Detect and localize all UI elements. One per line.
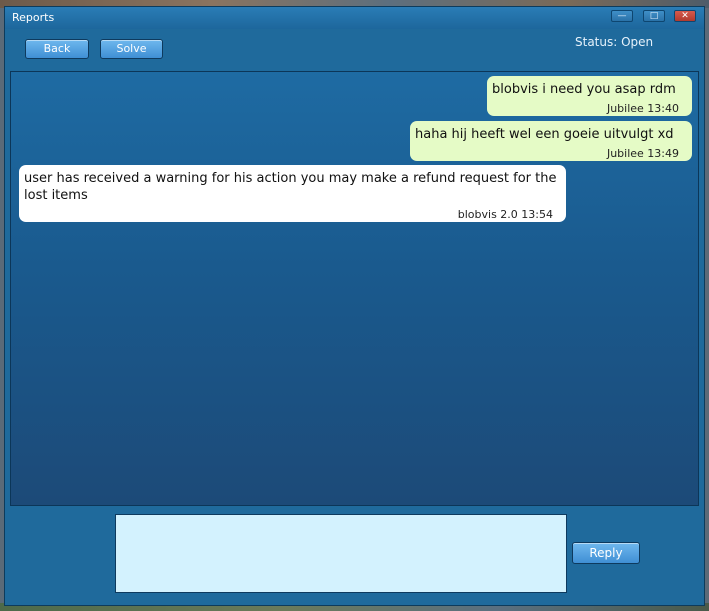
reports-window: Reports — □ ✕ Back Solve Status: Open bl… <box>4 6 705 606</box>
message-bubble: haha hij heeft wel een goeie uitvulgt xd… <box>410 121 692 161</box>
message-meta: blobvis 2.0 13:54 <box>457 208 553 221</box>
close-icon: ✕ <box>681 11 689 21</box>
reply-button[interactable]: Reply <box>572 542 640 564</box>
maximize-button[interactable]: □ <box>643 10 665 22</box>
window-title: Reports <box>12 11 55 24</box>
message-bubble: user has received a warning for his acti… <box>19 165 566 222</box>
back-button[interactable]: Back <box>25 39 89 59</box>
message-meta: Jubilee 13:49 <box>606 147 679 160</box>
message-list[interactable]: blobvis i need you asap rdm Jubilee 13:4… <box>10 71 699 506</box>
reply-input[interactable] <box>115 514 567 593</box>
message-text: user has received a warning for his acti… <box>24 171 557 203</box>
message-text: blobvis i need you asap rdm <box>492 82 676 97</box>
solve-button[interactable]: Solve <box>100 39 163 59</box>
message-text: haha hij heeft wel een goeie uitvulgt xd <box>415 127 674 142</box>
close-button[interactable]: ✕ <box>674 10 696 22</box>
minimize-icon: — <box>617 11 627 21</box>
maximize-icon: □ <box>649 11 659 21</box>
title-bar[interactable]: Reports — □ ✕ <box>5 7 704 29</box>
message-meta: Jubilee 13:40 <box>606 102 679 115</box>
message-bubble: blobvis i need you asap rdm Jubilee 13:4… <box>487 76 692 116</box>
status-label: Status: Open <box>575 35 654 49</box>
minimize-button[interactable]: — <box>611 10 633 22</box>
